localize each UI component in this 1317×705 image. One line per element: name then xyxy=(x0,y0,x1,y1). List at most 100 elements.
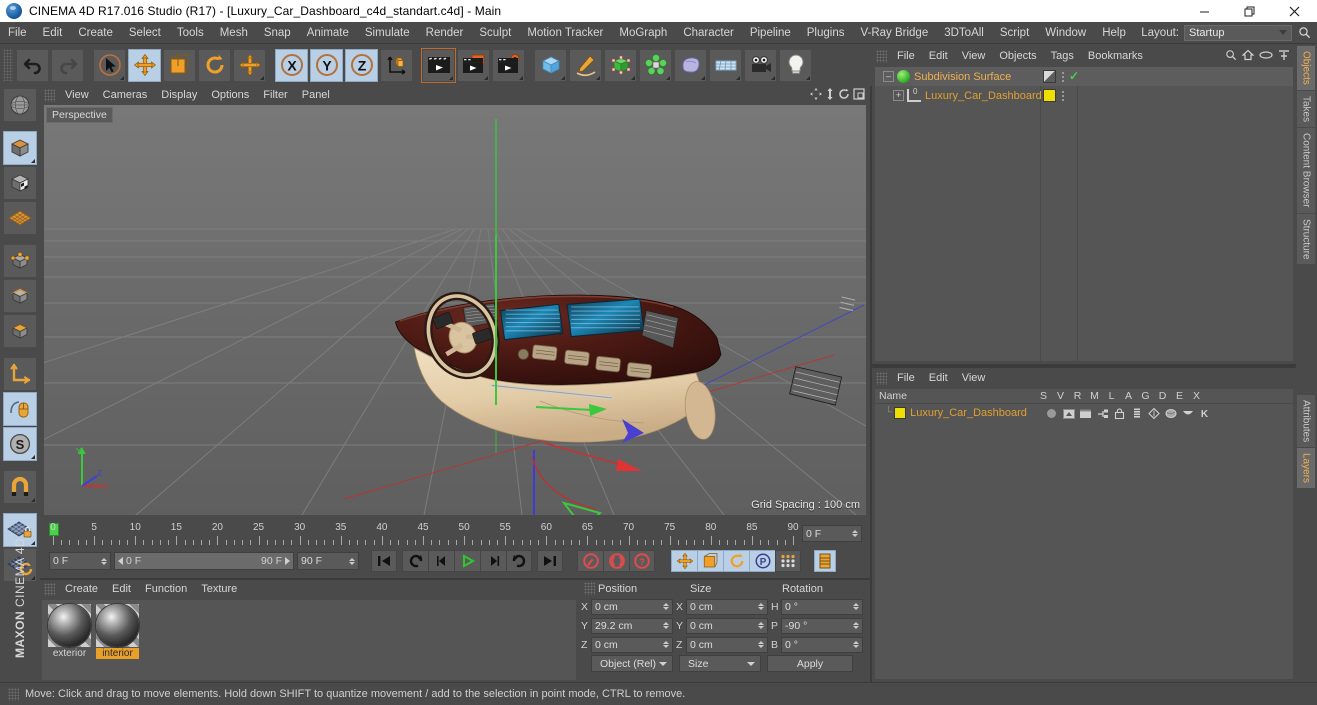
stepper-icon[interactable] xyxy=(663,603,669,610)
render-icon[interactable] xyxy=(1077,409,1094,419)
layer-menu-view[interactable]: View xyxy=(955,368,993,388)
viewport-menu-panel[interactable]: Panel xyxy=(295,86,337,105)
vertical-tab-layers[interactable]: Layers xyxy=(1297,448,1315,489)
size-z-field[interactable]: 0 cm xyxy=(686,636,768,653)
menu-item-edit[interactable]: Edit xyxy=(35,22,71,44)
layer-menu-file[interactable]: File xyxy=(890,368,922,388)
position-y-field[interactable]: 29.2 cm xyxy=(591,617,673,634)
workplane-mode-button[interactable] xyxy=(3,201,37,235)
vertical-tab-content-browser[interactable]: Content Browser xyxy=(1297,128,1315,213)
add-cube-object-button[interactable] xyxy=(534,48,567,82)
status-bar-grip[interactable] xyxy=(8,687,19,701)
menu-item-render[interactable]: Render xyxy=(418,22,472,44)
maximize-view-icon[interactable] xyxy=(853,88,865,103)
points-mode-button[interactable] xyxy=(3,244,37,278)
object-axis-mode-button[interactable] xyxy=(3,357,37,391)
autokeying-button[interactable] xyxy=(603,550,629,572)
size-x-field[interactable]: 0 cm xyxy=(686,598,768,615)
home-icon[interactable] xyxy=(1241,49,1255,64)
stepper-icon[interactable] xyxy=(853,603,859,610)
object-row-luxury-car-dashboard[interactable]: + Luxury_Car_Dashboard xyxy=(875,86,1293,105)
stepper-icon[interactable] xyxy=(663,622,669,629)
menu-item-help[interactable]: Help xyxy=(1094,22,1134,44)
menu-item-character[interactable]: Character xyxy=(675,22,742,44)
deformers-icon[interactable] xyxy=(1162,408,1179,419)
xref-icon[interactable]: K xyxy=(1196,408,1213,419)
viewport-menu-display[interactable]: Display xyxy=(154,86,204,105)
world-object-coordinates-button[interactable] xyxy=(380,48,413,82)
object-panel-grip[interactable] xyxy=(876,49,887,63)
range-left-arrow-icon[interactable] xyxy=(118,557,123,565)
texture-mode-button[interactable] xyxy=(3,166,37,200)
coordinates-panel-grip[interactable] xyxy=(584,582,595,595)
polygons-mode-button[interactable] xyxy=(3,314,37,348)
expressions-icon[interactable] xyxy=(1179,409,1196,418)
add-nurbs-button[interactable] xyxy=(604,48,637,82)
stepper-icon[interactable] xyxy=(349,557,355,565)
material-menu-edit[interactable]: Edit xyxy=(105,580,138,598)
enable-check-icon[interactable]: ✓ xyxy=(1069,69,1079,83)
add-deformer-button[interactable] xyxy=(674,48,707,82)
next-frame-button[interactable] xyxy=(480,550,506,572)
layout-dropdown[interactable]: Startup xyxy=(1184,24,1292,41)
layer-color-swatch[interactable] xyxy=(894,406,907,419)
timeline-max-frame-input[interactable]: 90 F xyxy=(297,552,359,570)
stepper-icon[interactable] xyxy=(758,603,764,610)
stepper-icon[interactable] xyxy=(853,641,859,648)
enable-snap-button[interactable]: S xyxy=(3,427,37,461)
previous-frame-button[interactable] xyxy=(428,550,454,572)
object-row-subdivision-surface[interactable]: – Subdivision Surface ✓ xyxy=(875,67,1293,86)
viewport-menu-cameras[interactable]: Cameras xyxy=(96,86,155,105)
viewport-canvas[interactable]: Perspective Grid Spacing : 100 cm Y X Z xyxy=(44,105,866,515)
solo-dot-icon[interactable] xyxy=(1043,409,1060,418)
visible-icon[interactable] xyxy=(1060,408,1077,419)
coordinate-mode-dropdown[interactable]: Object (Rel) xyxy=(591,655,673,672)
menu-item-tools[interactable]: Tools xyxy=(169,22,212,44)
tree-expand-toggle[interactable]: + xyxy=(893,90,904,101)
magnet-tool-button[interactable] xyxy=(3,470,37,504)
move-dynamic-button[interactable] xyxy=(233,48,266,82)
apply-button[interactable]: Apply xyxy=(767,655,853,672)
stepper-icon[interactable] xyxy=(852,530,858,537)
object-menu-file[interactable]: File xyxy=(890,46,922,66)
position-x-field[interactable]: 0 cm xyxy=(591,598,673,615)
generators-icon[interactable] xyxy=(1145,408,1162,419)
rotation-h-field[interactable]: 0 ° xyxy=(781,598,863,615)
rotate-tool-button[interactable] xyxy=(198,48,231,82)
menu-item-mesh[interactable]: Mesh xyxy=(212,22,256,44)
scale-key-button[interactable] xyxy=(697,550,723,572)
size-mode-dropdown[interactable]: Size xyxy=(679,655,761,672)
maximize-icon[interactable] xyxy=(1227,0,1272,22)
live-selection-button[interactable] xyxy=(93,48,126,82)
object-menu-objects[interactable]: Objects xyxy=(992,46,1043,66)
add-environment-button[interactable] xyxy=(709,48,742,82)
menu-item-simulate[interactable]: Simulate xyxy=(357,22,418,44)
timeline-frame-input[interactable]: 0 F xyxy=(49,552,111,570)
vertical-tab-attributes[interactable]: Attributes xyxy=(1297,395,1315,448)
material-tag-icon[interactable] xyxy=(1043,89,1056,102)
timeline-view-button[interactable] xyxy=(814,550,836,572)
range-right-arrow-icon[interactable] xyxy=(285,557,290,565)
menu-item-file[interactable]: File xyxy=(0,22,35,44)
render-to-picture-viewer-button[interactable] xyxy=(457,48,490,82)
vertical-tab-objects[interactable]: Objects xyxy=(1297,46,1315,90)
search-icon[interactable] xyxy=(1225,49,1237,64)
menu-item-motion-tracker[interactable]: Motion Tracker xyxy=(519,22,611,44)
size-y-field[interactable]: 0 cm xyxy=(686,617,768,634)
add-array-button[interactable] xyxy=(639,48,672,82)
material-item-exterior[interactable]: exterior xyxy=(48,604,91,659)
stepper-icon[interactable] xyxy=(758,622,764,629)
menu-item-create[interactable]: Create xyxy=(70,22,121,44)
rotation-b-field[interactable]: 0 ° xyxy=(781,636,863,653)
play-forwards-button[interactable] xyxy=(454,550,480,572)
rotate-icon[interactable] xyxy=(838,88,850,103)
object-menu-bookmarks[interactable]: Bookmarks xyxy=(1081,46,1150,66)
minimize-icon[interactable] xyxy=(1182,0,1227,22)
animation-icon[interactable] xyxy=(1128,408,1145,419)
stepper-icon[interactable] xyxy=(101,557,107,565)
menu-item-plugins[interactable]: Plugins xyxy=(799,22,853,44)
timeline-current-frame-field[interactable]: 0 F xyxy=(802,525,862,542)
move-tool-button[interactable] xyxy=(128,48,161,82)
viewport-grip[interactable] xyxy=(44,89,55,102)
position-z-field[interactable]: 0 cm xyxy=(591,636,673,653)
